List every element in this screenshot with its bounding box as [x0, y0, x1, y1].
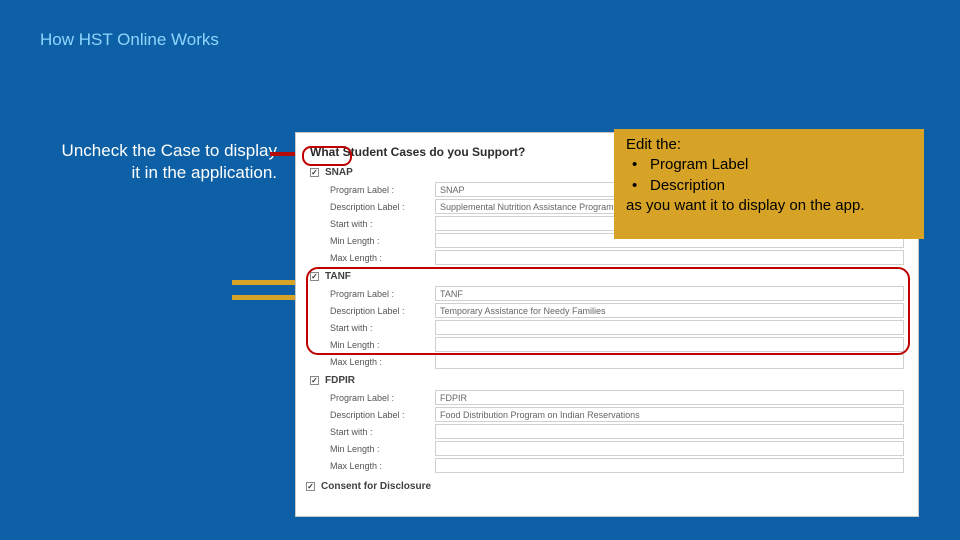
gold-bullet-1-text: Program Label — [650, 155, 748, 175]
row-tanf-max-length: Max Length : — [314, 354, 904, 369]
section-name-tanf: TANF — [325, 271, 351, 282]
label: Min Length : — [330, 444, 435, 454]
section-fdpir: ✓ FDPIR Program Label : FDPIR Descriptio… — [310, 375, 904, 473]
section-name-fdpir: FDPIR — [325, 375, 355, 386]
left-callout: Uncheck the Case to display it in the ap… — [52, 140, 277, 184]
label: Max Length : — [330, 357, 435, 367]
row-tanf-start-with: Start with : — [314, 320, 904, 335]
consent-label: Consent for Disclosure — [321, 481, 431, 492]
label: Start with : — [330, 219, 435, 229]
input-tanf-program-label[interactable]: TANF — [435, 286, 904, 301]
label: Max Length : — [330, 253, 435, 263]
row-fdpir-start-with: Start with : — [314, 424, 904, 439]
row-fdpir-max-length: Max Length : — [314, 458, 904, 473]
row-fdpir-program-label: Program Label : FDPIR — [314, 390, 904, 405]
row-tanf-min-length: Min Length : — [314, 337, 904, 352]
checkbox-fdpir[interactable]: ✓ — [310, 376, 319, 385]
input-fdpir-start-with[interactable] — [435, 424, 904, 439]
label: Description Label : — [330, 306, 435, 316]
row-snap-max-length: Max Length : — [314, 250, 904, 265]
gold-bullet-2: • Description — [626, 176, 914, 196]
section-head-fdpir: ✓ FDPIR — [310, 375, 904, 386]
input-fdpir-description-label[interactable]: Food Distribution Program on Indian Rese… — [435, 407, 904, 422]
row-fdpir-min-length: Min Length : — [314, 441, 904, 456]
row-fdpir-description-label: Description Label : Food Distribution Pr… — [314, 407, 904, 422]
input-snap-max-length[interactable] — [435, 250, 904, 265]
bullet-icon: • — [632, 155, 640, 175]
gold-line1: Edit the: — [626, 135, 914, 155]
row-tanf-description-label: Description Label : Temporary Assistance… — [314, 303, 904, 318]
input-fdpir-program-label[interactable]: FDPIR — [435, 390, 904, 405]
label: Min Length : — [330, 340, 435, 350]
label: Program Label : — [330, 393, 435, 403]
left-callout-line1: Uncheck the Case to display — [52, 140, 277, 162]
input-tanf-description-label[interactable]: Temporary Assistance for Needy Families — [435, 303, 904, 318]
input-tanf-max-length[interactable] — [435, 354, 904, 369]
gold-bullet-2-text: Description — [650, 176, 725, 196]
section-name-snap: SNAP — [325, 167, 353, 178]
gold-line4: as you want it to display on the app. — [626, 196, 914, 216]
label: Start with : — [330, 323, 435, 333]
input-tanf-min-length[interactable] — [435, 337, 904, 352]
label: Min Length : — [330, 236, 435, 246]
gold-bullet-1: • Program Label — [626, 155, 914, 175]
section-head-consent: ✓ Consent for Disclosure — [306, 481, 904, 492]
checkbox-tanf[interactable]: ✓ — [310, 272, 319, 281]
label: Start with : — [330, 427, 435, 437]
section-tanf: ✓ TANF Program Label : TANF Description … — [310, 271, 904, 369]
left-callout-line2: it in the application. — [52, 162, 277, 184]
row-tanf-program-label: Program Label : TANF — [314, 286, 904, 301]
label: Description Label : — [330, 202, 435, 212]
checkbox-snap[interactable]: ✓ — [310, 168, 319, 177]
gold-callout: Edit the: • Program Label • Description … — [614, 129, 924, 239]
label: Program Label : — [330, 289, 435, 299]
section-head-tanf: ✓ TANF — [310, 271, 904, 282]
label: Description Label : — [330, 410, 435, 420]
label: Program Label : — [330, 185, 435, 195]
input-fdpir-max-length[interactable] — [435, 458, 904, 473]
bullet-icon: • — [632, 176, 640, 196]
checkbox-consent[interactable]: ✓ — [306, 482, 315, 491]
slide-title: How HST Online Works — [40, 30, 219, 50]
label: Max Length : — [330, 461, 435, 471]
input-fdpir-min-length[interactable] — [435, 441, 904, 456]
input-tanf-start-with[interactable] — [435, 320, 904, 335]
